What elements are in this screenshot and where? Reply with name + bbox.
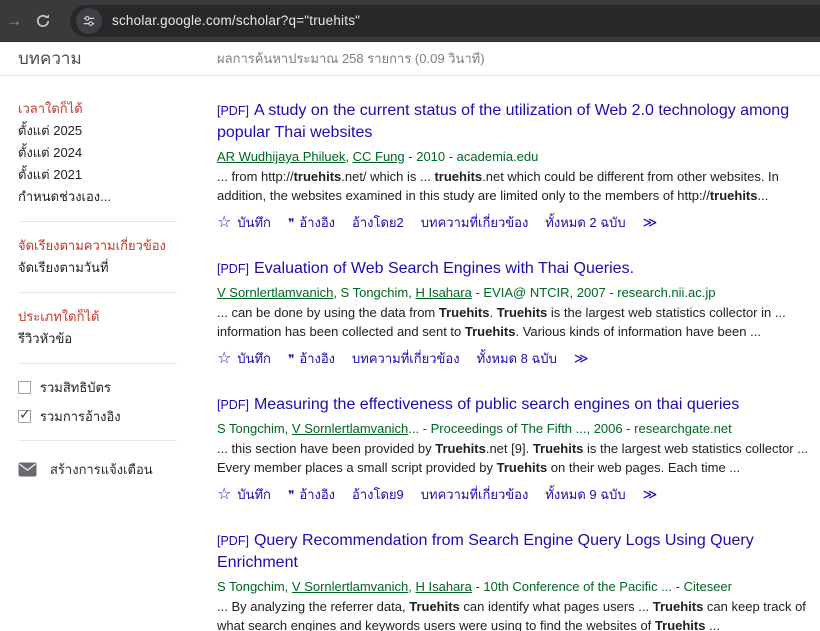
search-result: [PDF] Evaluation of Web Search Engines wi…	[217, 258, 812, 369]
browser-toolbar: → scholar.google.com/scholar?q="truehits…	[0, 0, 820, 42]
cite-label: อ้างอิง	[299, 484, 335, 505]
result-snippet: ... can be done by using the data from T…	[217, 303, 812, 341]
search-result: [PDF] Measuring the effectiveness of publ…	[217, 394, 812, 505]
pdf-tag: [PDF]	[217, 534, 249, 548]
result-snippet: ... By analyzing the referrer data, True…	[217, 597, 812, 631]
site-settings-icon[interactable]	[76, 8, 102, 34]
result-title-link[interactable]: [PDF]A study on the current status of th…	[217, 100, 812, 144]
divider	[18, 292, 177, 293]
patents-checkbox[interactable]	[18, 381, 31, 394]
reload-icon[interactable]	[28, 13, 58, 29]
result-snippet: ... this section have been provided by T…	[217, 439, 812, 477]
filter-since-2024[interactable]: ตั้งแต่ 2024	[18, 142, 177, 164]
quote-icon: ❞	[288, 353, 293, 365]
save-button[interactable]: ☆ บันทึก	[217, 484, 271, 505]
envelope-icon	[18, 462, 37, 477]
cite-label: อ้างอิง	[299, 212, 335, 233]
result-title: Evaluation of Web Search Engines with Th…	[254, 260, 634, 277]
cite-button[interactable]: ❞ อ้างอิง	[288, 348, 335, 369]
result-title-link[interactable]: [PDF] Evaluation of Web Search Engines wi…	[217, 258, 812, 280]
forward-icon[interactable]: →	[0, 12, 28, 29]
star-icon: ☆	[217, 215, 231, 231]
result-title-link[interactable]: [PDF]Query Recommendation from Search En…	[217, 530, 812, 574]
result-actions: ☆ บันทึก ❞ อ้างอิง บทความที่เกี่ยวข้อง ท…	[217, 348, 812, 369]
result-title: Query Recommendation from Search Engine …	[217, 532, 754, 571]
result-actions: ☆ บันทึก ❞ อ้างอิง อ้างโดย2 บทความที่เกี…	[217, 212, 812, 233]
cite-button[interactable]: ❞ อ้างอิง	[288, 212, 335, 233]
patents-label: รวมสิทธิบัตร	[40, 377, 111, 398]
all-versions-link[interactable]: ทั้งหมด 2 ฉบับ	[545, 212, 625, 233]
create-alert-link[interactable]: สร้างการแจ้งเตือน	[18, 459, 177, 480]
more-actions-icon[interactable]: ≫	[643, 486, 658, 503]
filter-review-articles[interactable]: รีวิวหัวข้อ	[18, 328, 177, 350]
star-icon: ☆	[217, 487, 231, 503]
citations-label: รวมการอ้างอิง	[40, 406, 121, 427]
result-actions: ☆ บันทึก ❞ อ้างอิง อ้างโดย9 บทความที่เกี…	[217, 484, 812, 505]
result-byline[interactable]: V Sornlertlamvanich, S Tongchim, H Isaha…	[217, 285, 812, 300]
create-alert-label: สร้างการแจ้งเตือน	[50, 459, 153, 480]
result-title: Measuring the effectiveness of public se…	[254, 396, 739, 413]
save-label: บันทึก	[237, 484, 271, 505]
include-patents-option[interactable]: รวมสิทธิบัตร	[18, 377, 177, 398]
related-articles-link[interactable]: บทความที่เกี่ยวข้อง	[421, 484, 529, 505]
result-byline[interactable]: S Tongchim, V Sornlertlamvanich, H Isaha…	[217, 579, 812, 594]
address-bar[interactable]: scholar.google.com/scholar?q="truehits"	[70, 5, 820, 37]
search-result: [PDF]A study on the current status of th…	[217, 100, 812, 233]
more-actions-icon[interactable]: ≫	[574, 350, 589, 367]
quote-icon: ❞	[288, 217, 293, 229]
result-snippet: ... from http://truehits.net/ which is .…	[217, 167, 812, 205]
divider	[18, 363, 177, 364]
save-label: บันทึก	[237, 212, 271, 233]
quote-icon: ❞	[288, 489, 293, 501]
result-byline[interactable]: S Tongchim, V Sornlertlamvanich... - Pro…	[217, 421, 812, 436]
filter-since-2025[interactable]: ตั้งแต่ 2025	[18, 120, 177, 142]
filter-anytime[interactable]: เวลาใดก็ได้	[18, 98, 177, 120]
result-title-link[interactable]: [PDF] Measuring the effectiveness of publ…	[217, 394, 812, 416]
save-label: บันทึก	[237, 348, 271, 369]
filter-sidebar: เวลาใดก็ได้ ตั้งแต่ 2025 ตั้งแต่ 2024 ตั…	[0, 76, 197, 480]
cite-button[interactable]: ❞ อ้างอิง	[288, 484, 335, 505]
pdf-tag: [PDF]	[217, 398, 249, 412]
divider	[18, 221, 177, 222]
check-icon: ✓	[19, 406, 31, 423]
result-byline[interactable]: AR Wudhijaya Philuek, CC Fung - 2010 - a…	[217, 149, 812, 164]
related-articles-link[interactable]: บทความที่เกี่ยวข้อง	[421, 212, 529, 233]
cited-by-link[interactable]: อ้างโดย9	[352, 484, 404, 505]
citations-checkbox[interactable]: ✓	[18, 410, 31, 423]
scholar-header: บทความ ผลการค้นหาประมาณ 258 รายการ (0.09…	[0, 42, 820, 76]
sort-by-date[interactable]: จัดเรียงตามวันที่	[18, 257, 177, 279]
all-versions-link[interactable]: ทั้งหมด 9 ฉบับ	[545, 484, 625, 505]
filter-since-2021[interactable]: ตั้งแต่ 2021	[18, 164, 177, 186]
pdf-tag: [PDF]	[217, 104, 249, 118]
save-button[interactable]: ☆ บันทึก	[217, 212, 271, 233]
more-actions-icon[interactable]: ≫	[643, 214, 658, 231]
search-results: [PDF]A study on the current status of th…	[197, 76, 820, 631]
star-icon: ☆	[217, 351, 231, 367]
related-articles-link[interactable]: บทความที่เกี่ยวข้อง	[352, 348, 460, 369]
result-title: A study on the current status of the uti…	[217, 102, 789, 141]
cited-by-link[interactable]: อ้างโดย2	[352, 212, 404, 233]
articles-tab[interactable]: บทความ	[0, 45, 197, 72]
result-stats: ผลการค้นหาประมาณ 258 รายการ (0.09 วินาที…	[217, 48, 485, 69]
sort-by-relevance[interactable]: จัดเรียงตามความเกี่ยวข้อง	[18, 235, 177, 257]
all-versions-link[interactable]: ทั้งหมด 8 ฉบับ	[477, 348, 557, 369]
include-citations-option[interactable]: ✓ รวมการอ้างอิง	[18, 406, 177, 427]
filter-any-type[interactable]: ประเภทใดก็ได้	[18, 306, 177, 328]
cite-label: อ้างอิง	[299, 348, 335, 369]
save-button[interactable]: ☆ บันทึก	[217, 348, 271, 369]
filter-custom-range[interactable]: กำหนดช่วงเอง...	[18, 186, 177, 208]
search-result: [PDF]Query Recommendation from Search En…	[217, 530, 812, 631]
url-text: scholar.google.com/scholar?q="truehits"	[112, 13, 360, 28]
divider	[18, 440, 177, 441]
pdf-tag: [PDF]	[217, 262, 249, 276]
